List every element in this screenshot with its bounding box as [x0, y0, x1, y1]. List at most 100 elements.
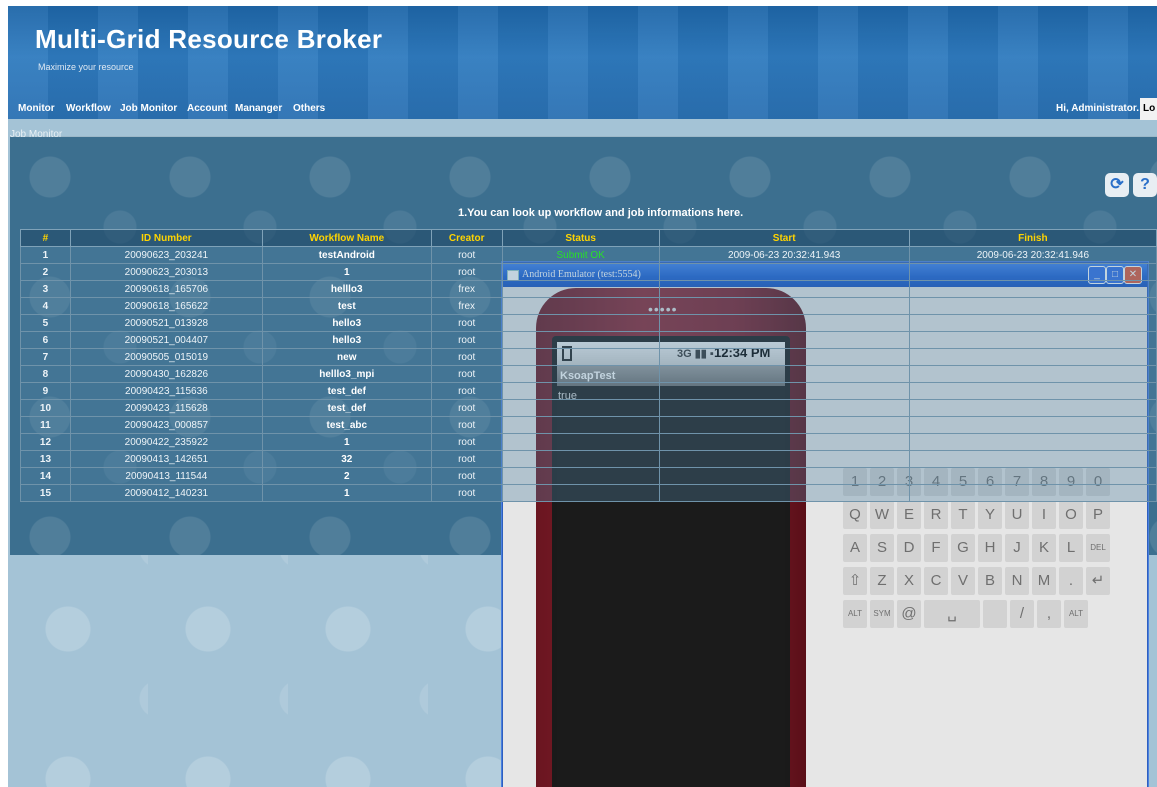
cell-id: 20090521_013928 [69, 314, 263, 332]
keyboard-key[interactable]: ALT [843, 600, 867, 628]
cell-status [501, 382, 660, 400]
keyboard-key[interactable]: O [1059, 501, 1083, 529]
nav-others[interactable]: Others [293, 103, 325, 114]
col-status[interactable]: Status [501, 229, 660, 247]
table-row[interactable]: 12 20090422_235922 1 root [20, 433, 1157, 451]
keyboard-key[interactable]: D [897, 534, 921, 562]
keyboard-key[interactable]: Q [843, 501, 867, 529]
keyboard-key[interactable]: Y [978, 501, 1002, 529]
cell-number: 4 [20, 297, 71, 315]
keyboard-key[interactable]: K [1032, 534, 1056, 562]
user-greeting: Hi, Administrator. [1056, 103, 1139, 114]
nav-mananger[interactable]: Mananger [235, 103, 282, 114]
keyboard-key[interactable] [983, 600, 1007, 628]
cell-finish [908, 399, 1157, 417]
keyboard-key[interactable]: I [1032, 501, 1056, 529]
keyboard-key[interactable]: . [1059, 567, 1083, 595]
keyboard-key[interactable]: X [897, 567, 921, 595]
app-title: Multi-Grid Resource Broker [35, 24, 383, 54]
cell-creator: root [430, 467, 503, 485]
cell-number: 10 [20, 399, 71, 417]
cell-start [658, 365, 910, 383]
nav-monitor[interactable]: Monitor [18, 103, 55, 114]
col-workflow-name[interactable]: Workflow Name [261, 229, 432, 247]
keyboard-key[interactable]: @ [897, 600, 921, 628]
keyboard-key[interactable]: T [951, 501, 975, 529]
table-row[interactable]: 14 20090413_111544 2 root [20, 467, 1157, 485]
cell-status [501, 450, 660, 468]
keyboard-key[interactable]: J [1005, 534, 1029, 562]
table-row[interactable]: 3 20090618_165706 helllo3 frex [20, 280, 1157, 298]
keyboard-key[interactable]: SYM [870, 600, 894, 628]
cell-status [501, 365, 660, 383]
cell-start [658, 297, 910, 315]
col-creator[interactable]: Creator [430, 229, 503, 247]
table-row[interactable]: 1 20090623_203241 testAndroid root Submit OK… [20, 246, 1157, 264]
col-number[interactable]: # [20, 229, 71, 247]
keyboard-key[interactable]: P [1086, 501, 1110, 529]
nav-account[interactable]: Account [187, 103, 227, 114]
table-row[interactable]: 11 20090423_000857 test_abc root [20, 416, 1157, 434]
table-header-row: # ID Number Workflow Name Creator Status… [20, 229, 1157, 247]
cell-id: 20090521_004407 [69, 331, 263, 349]
keyboard-key[interactable]: S [870, 534, 894, 562]
keyboard-key[interactable]: V [951, 567, 975, 595]
header: Multi-Grid Resource Broker Maximize your… [8, 6, 1157, 120]
table-row[interactable]: 10 20090423_115628 test_def root [20, 399, 1157, 417]
cell-status [501, 331, 660, 349]
keyboard-key[interactable]: R [924, 501, 948, 529]
keyboard-key[interactable]: C [924, 567, 948, 595]
keyboard-key[interactable]: G [951, 534, 975, 562]
cell-id: 20090412_140231 [69, 484, 263, 502]
table-row[interactable]: 5 20090521_013928 hello3 root [20, 314, 1157, 332]
table-row[interactable]: 13 20090413_142651 32 root [20, 450, 1157, 468]
keyboard-key[interactable]: H [978, 534, 1002, 562]
col-finish[interactable]: Finish [908, 229, 1157, 247]
keyboard-key[interactable]: / [1010, 600, 1034, 628]
cell-workflow: 2 [261, 467, 432, 485]
keyboard-key[interactable]: , [1037, 600, 1061, 628]
cell-workflow: test_abc [261, 416, 432, 434]
cell-number: 13 [20, 450, 71, 468]
table-row[interactable]: 9 20090423_115636 test_def root [20, 382, 1157, 400]
keyboard-key[interactable]: W [870, 501, 894, 529]
cell-creator: root [430, 399, 503, 417]
keyboard-key[interactable]: A [843, 534, 867, 562]
nav-job-monitor[interactable]: Job Monitor [120, 103, 177, 114]
keyboard-key[interactable]: M [1032, 567, 1056, 595]
keyboard-key[interactable]: Z [870, 567, 894, 595]
keyboard-key[interactable]: F [924, 534, 948, 562]
keyboard-key[interactable]: ⇧ [843, 567, 867, 595]
help-icon[interactable]: ? [1133, 173, 1157, 197]
logout-button[interactable]: Lo [1140, 98, 1157, 120]
nav-workflow[interactable]: Workflow [66, 103, 111, 114]
keyboard-key[interactable]: E [897, 501, 921, 529]
cell-number: 12 [20, 433, 71, 451]
cell-finish [908, 416, 1157, 434]
cell-id: 20090423_115636 [69, 382, 263, 400]
keyboard-key[interactable]: DEL [1086, 534, 1110, 562]
keyboard-key[interactable]: N [1005, 567, 1029, 595]
cell-start [658, 416, 910, 434]
col-start[interactable]: Start [658, 229, 910, 247]
table-row[interactable]: 6 20090521_004407 hello3 root [20, 331, 1157, 349]
col-id-number[interactable]: ID Number [69, 229, 263, 247]
keyboard-key[interactable]: B [978, 567, 1002, 595]
keyboard-key[interactable]: ␣ [924, 600, 980, 628]
keyboard-key[interactable]: ALT [1064, 600, 1088, 628]
cell-creator: root [430, 314, 503, 332]
cell-status [501, 297, 660, 315]
table-row[interactable]: 4 20090618_165622 test frex [20, 297, 1157, 315]
jobs-table: # ID Number Workflow Name Creator Status… [20, 229, 1157, 502]
keyboard-key[interactable]: ↵ [1086, 567, 1110, 595]
keyboard-key[interactable]: L [1059, 534, 1083, 562]
table-row[interactable]: 8 20090430_162826 helllo3_mpi root [20, 365, 1157, 383]
info-text: 1.You can look up workflow and job infor… [458, 207, 744, 219]
table-row[interactable]: 7 20090505_015019 new root [20, 348, 1157, 366]
cell-start [658, 348, 910, 366]
cell-finish [908, 348, 1157, 366]
table-row[interactable]: 15 20090412_140231 1 root [20, 484, 1157, 502]
table-row[interactable]: 2 20090623_203013 1 root [20, 263, 1157, 281]
refresh-icon[interactable]: ⟳ [1105, 173, 1129, 197]
keyboard-key[interactable]: U [1005, 501, 1029, 529]
